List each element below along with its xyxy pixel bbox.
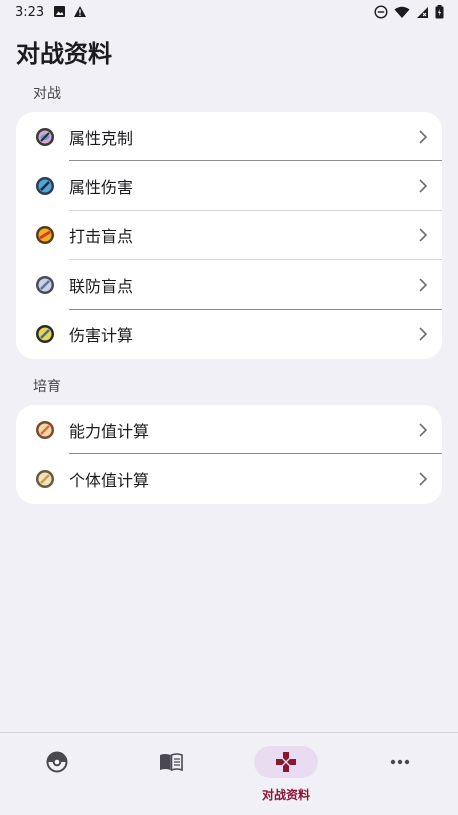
- photo-icon: [54, 6, 65, 17]
- list-item-label: 属性克制: [69, 128, 134, 148]
- nav-icon-container: [368, 746, 432, 778]
- section-header-breeding: 培育: [33, 379, 61, 395]
- nav-label: 对战资料: [261, 788, 310, 802]
- do-not-disturb-icon: [374, 5, 388, 19]
- battery-icon: [435, 5, 444, 19]
- list-item-damage-calculator[interactable]: 伤害计算: [16, 310, 442, 359]
- page-title: 对战资料: [16, 40, 112, 68]
- list-item-defense-blindspot[interactable]: 联防盲点: [16, 260, 442, 310]
- chevron-right-icon: [419, 472, 428, 486]
- stat-calculator-icon: [36, 420, 54, 439]
- nav-icon-container: [25, 746, 89, 778]
- chevron-right-icon: [419, 423, 428, 437]
- list-item-label: 联防盲点: [69, 276, 134, 296]
- signal-icon: [417, 6, 428, 18]
- list-item-type-effectiveness[interactable]: 属性克制: [16, 112, 442, 162]
- list-item-label: 能力值计算: [69, 421, 150, 441]
- list-item-label: 打击盲点: [69, 227, 134, 247]
- battle-card: 属性克制 属性伤害 打击盲点 联防盲点 伤害计算: [16, 112, 442, 359]
- type-damage-icon: [36, 177, 54, 196]
- coverage-blindspot-icon: [36, 226, 54, 245]
- book-icon: [160, 753, 183, 771]
- nav-icon-container: [139, 746, 203, 778]
- nav-icon-container: [254, 746, 318, 778]
- list-item-coverage-blindspot[interactable]: 打击盲点: [16, 211, 442, 261]
- list-item-label: 属性伤害: [69, 178, 134, 198]
- status-bar: 3:23: [0, 0, 458, 26]
- iv-calculator-icon: [36, 470, 54, 489]
- list-item-type-damage[interactable]: 属性伤害: [16, 161, 442, 211]
- nav-item-battle-data[interactable]: 对战资料: [229, 733, 343, 815]
- list-item-iv-calculator[interactable]: 个体值计算: [16, 454, 442, 503]
- nav-item-pokedex[interactable]: [0, 733, 114, 815]
- gamepad-icon: [276, 752, 296, 772]
- wifi-icon: [394, 6, 410, 18]
- list-item-stat-calculator[interactable]: 能力值计算: [16, 405, 442, 455]
- more-icon: [390, 759, 410, 765]
- status-left-icons: [53, 5, 87, 18]
- breeding-card: 能力值计算 个体值计算: [16, 405, 442, 504]
- chevron-right-icon: [419, 327, 428, 341]
- nav-item-guide[interactable]: [114, 733, 228, 815]
- chevron-right-icon: [419, 130, 428, 144]
- section-header-battle: 对战: [33, 86, 61, 102]
- damage-calculator-icon: [36, 325, 54, 344]
- list-item-label: 个体值计算: [69, 471, 150, 491]
- list-item-label: 伤害计算: [69, 326, 134, 346]
- status-right-icons: [374, 5, 444, 19]
- bottom-nav: 对战资料: [0, 732, 458, 815]
- nav-item-more[interactable]: [343, 733, 457, 815]
- chevron-right-icon: [419, 228, 428, 243]
- chevron-right-icon: [419, 179, 428, 193]
- warning-icon: [74, 6, 86, 17]
- status-time: 3:23: [15, 5, 45, 20]
- defense-blindspot-icon: [36, 275, 54, 294]
- pokeball-icon: [46, 751, 68, 773]
- chevron-right-icon: [419, 278, 428, 292]
- type-effectiveness-icon: [36, 127, 54, 146]
